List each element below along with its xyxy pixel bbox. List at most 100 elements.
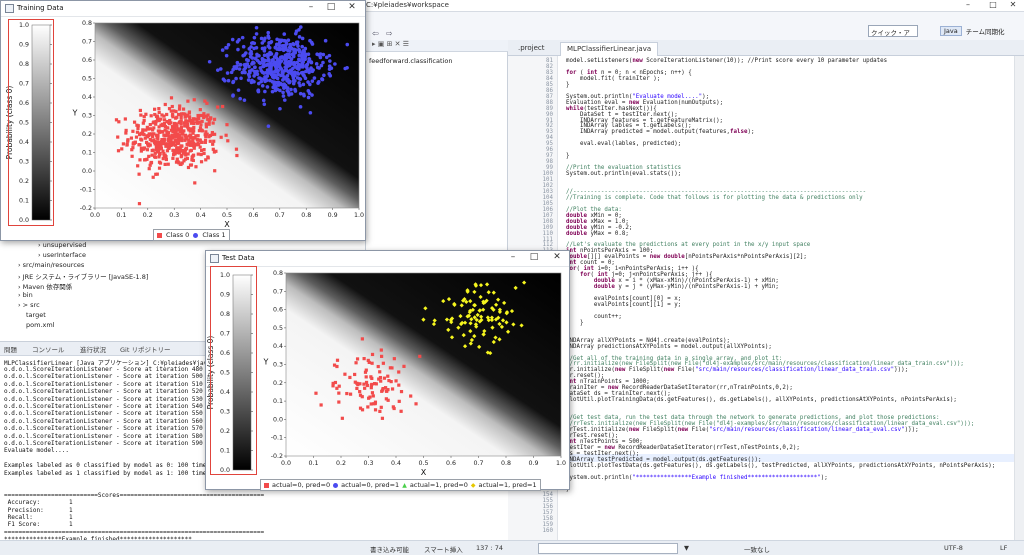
- data-point: [260, 70, 265, 75]
- code-line[interactable]: rrTest.initialize(new FileSplit(new File…: [566, 427, 919, 433]
- close-icon[interactable]: ✕: [342, 2, 362, 12]
- data-point: [269, 67, 273, 71]
- x-tick-label: 0.4: [196, 212, 206, 219]
- data-point: [148, 137, 152, 142]
- code-line[interactable]: rr.initialize(new FileSplit(new File("sr…: [566, 367, 908, 373]
- data-point: [117, 120, 121, 124]
- code-line[interactable]: double y = j * (yMax-yMin)/(nPointsPerAx…: [566, 284, 779, 290]
- code-line[interactable]: eval.eval(lables, predicted);: [566, 141, 681, 147]
- status-bar: 書き込み可能 スマート挿入 137 : 74 ▼ 一致なし UTF-8 LF: [0, 540, 1024, 555]
- maximize-icon[interactable]: □: [321, 2, 341, 12]
- training-window-titlebar[interactable]: Training Data – □ ✕: [1, 1, 365, 17]
- code-line[interactable]: PlotUtil.plotTestData(ds.getFeatures(), …: [566, 463, 995, 469]
- data-point: [177, 107, 182, 111]
- maximize-icon[interactable]: □: [524, 252, 544, 262]
- data-point: [179, 112, 184, 116]
- tab-problems[interactable]: 問題: [4, 344, 17, 354]
- minimize-icon[interactable]: –: [955, 0, 981, 9]
- tree-item[interactable]: › userInterface: [38, 251, 86, 259]
- status-encoding: UTF-8: [944, 544, 963, 552]
- test-window-titlebar[interactable]: Test Data – □ ✕: [206, 251, 569, 267]
- data-point: [236, 88, 241, 92]
- tree-item[interactable]: › > src: [18, 301, 40, 309]
- code-line[interactable]: INDArray predictionsAtXYPoints = model.o…: [566, 344, 772, 350]
- minimize-icon[interactable]: –: [301, 2, 321, 12]
- close-icon[interactable]: ✕: [1000, 0, 1024, 9]
- tree-item[interactable]: › Maven 依存関係: [18, 281, 72, 291]
- data-point: [170, 104, 174, 109]
- code-line[interactable]: evalPoints[count][1] = y;: [566, 302, 681, 308]
- y-tick-label: 0.5: [82, 76, 92, 83]
- data-point: [249, 45, 253, 49]
- code-line[interactable]: //Training is complete. Code that follow…: [566, 195, 863, 201]
- code-line[interactable]: System.out.println(eval.stats());: [566, 171, 681, 177]
- close-icon[interactable]: ✕: [547, 252, 567, 262]
- perspective-java[interactable]: Java: [940, 26, 962, 36]
- data-point: [238, 62, 243, 67]
- x-tick-label: 0.8: [301, 212, 311, 219]
- tab-console[interactable]: コンソール: [32, 344, 65, 354]
- code-content[interactable]: model.setListeners(new ScoreIterationLis…: [558, 56, 1024, 540]
- data-point: [187, 110, 192, 114]
- data-point: [373, 408, 378, 412]
- data-point: [157, 107, 161, 111]
- tree-item[interactable]: target: [26, 311, 46, 319]
- tree-item[interactable]: › unsupervised: [38, 241, 86, 249]
- code-line[interactable]: model.setListeners(new ScoreIterationLis…: [566, 58, 887, 64]
- tab-git-repos[interactable]: Git リポジトリー: [120, 344, 170, 354]
- tab-progress[interactable]: 進行状況: [80, 344, 106, 354]
- pane-icons[interactable]: ▸ ▣ ⊞ ✕ ☰: [372, 40, 409, 48]
- data-point: [254, 45, 259, 50]
- code-line[interactable]: model.fit( trainIter );: [566, 76, 660, 82]
- code-line[interactable]: PlotUtil.plotTrainingData(ds.getFeatures…: [566, 397, 957, 403]
- data-point: [282, 32, 287, 36]
- data-point: [278, 58, 282, 63]
- tab-mlp-classifier[interactable]: MLPClassifierLinear.java: [560, 42, 659, 56]
- data-point: [320, 77, 325, 82]
- code-line[interactable]: System.out.println("****************Exam…: [566, 475, 828, 481]
- data-point: [238, 96, 242, 101]
- code-line[interactable]: INDArray predicted = model.output(featur…: [566, 129, 755, 135]
- data-point: [157, 125, 161, 129]
- code-line[interactable]: }: [566, 153, 570, 159]
- back-icon[interactable]: ⇦: [372, 29, 379, 38]
- tree-item[interactable]: › bin: [18, 291, 33, 299]
- data-point: [189, 163, 194, 167]
- data-point: [266, 58, 271, 63]
- data-point: [270, 89, 275, 94]
- find-input[interactable]: [538, 543, 678, 554]
- perspective-team-sync[interactable]: チーム同期化: [966, 26, 1005, 36]
- data-point: [234, 76, 238, 81]
- data-point: [151, 128, 155, 132]
- data-point: [139, 113, 143, 117]
- forward-icon[interactable]: ⇨: [386, 29, 393, 38]
- data-point: [391, 405, 395, 409]
- training-data-window[interactable]: Training Data – □ ✕ 1.0 0.9 0.8 0.7 0.6 0.5 0.…: [0, 0, 366, 241]
- data-point: [270, 75, 275, 79]
- editor-scrollbar[interactable]: [1014, 56, 1024, 540]
- tree-item[interactable]: › JRE システム・ライブラリー [JavaSE-1.8]: [18, 271, 148, 281]
- data-point: [348, 392, 353, 396]
- tree-item[interactable]: › src/main/resources: [18, 261, 84, 269]
- quick-access-input[interactable]: クイック・アクセス: [868, 25, 918, 47]
- code-line[interactable]: }: [566, 82, 570, 88]
- data-point: [289, 57, 294, 61]
- data-point: [147, 132, 152, 136]
- data-point: [263, 75, 267, 79]
- data-point: [225, 45, 229, 50]
- console-line: o.d.o.l.ScoreIterationListener - Score a…: [4, 366, 228, 373]
- data-point: [296, 72, 301, 76]
- status-eol: LF: [1000, 544, 1008, 552]
- test-data-window[interactable]: Test Data – □ ✕ 1.0 0.9 0.8 0.7 0.6 0.5 0.4 0.3…: [205, 250, 570, 491]
- find-down-icon[interactable]: ▼: [684, 544, 689, 552]
- tab-project-file[interactable]: .project: [512, 42, 551, 56]
- minimize-icon[interactable]: –: [503, 252, 523, 262]
- java-app-icon: [210, 254, 219, 263]
- tree-item[interactable]: pom.xml: [26, 321, 55, 329]
- data-point: [282, 85, 287, 90]
- data-point: [170, 113, 175, 117]
- code-line[interactable]: double yMax = 0.8;: [566, 231, 629, 237]
- data-point: [163, 162, 167, 166]
- data-point: [278, 40, 282, 44]
- secondary-pane-tabs: ▸ ▣ ⊞ ✕ ☰: [366, 40, 508, 52]
